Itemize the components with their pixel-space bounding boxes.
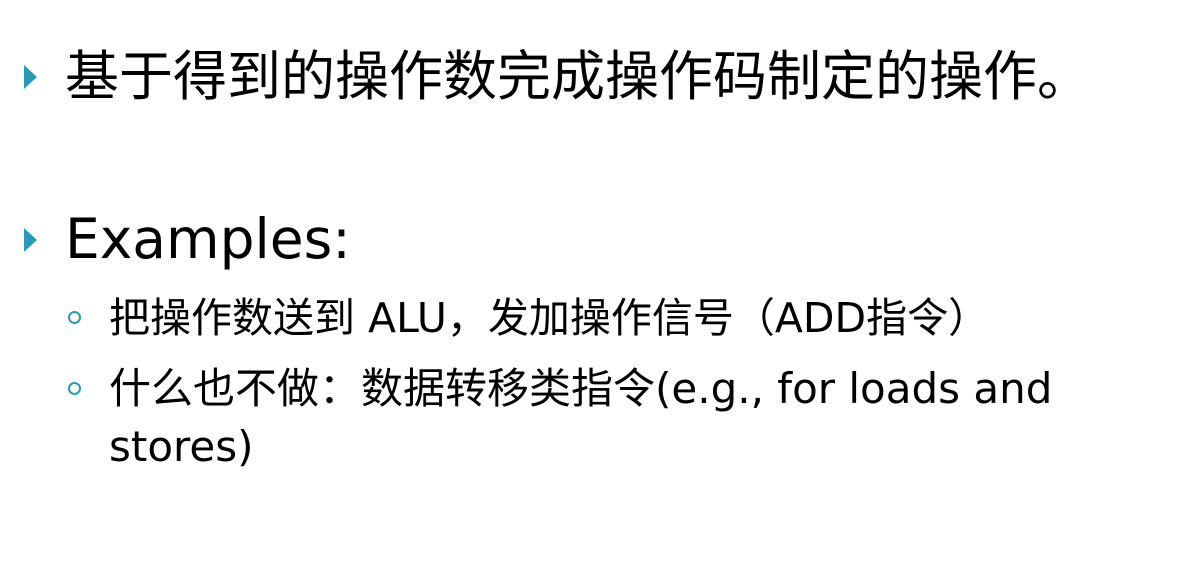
triangle-right-icon [24,65,37,89]
ring-bullet-icon [68,382,81,395]
sub-bullet-item-2: 什么也不做：数据转移类指令(e.g., for loads and stores… [68,360,1169,476]
sub-bullet-text-2: 什么也不做：数据转移类指令(e.g., for loads and stores… [109,364,1053,471]
sub-bullet-text-1: 把操作数送到 ALU，发加操作信号（ADD指令） [109,294,990,342]
bullet-text-1: 基于得到的操作数完成操作码制定的操作。 [65,45,1091,108]
ring-bullet-icon [68,311,81,324]
bullet-item-1: 基于得到的操作数完成操作码制定的操作。 [24,50,1091,104]
bullet-item-2: Examples: [24,212,351,267]
sub-bullet-item-1: 把操作数送到 ALU，发加操作信号（ADD指令） [68,289,989,347]
triangle-right-icon [24,227,37,252]
bullet-text-2: Examples: [65,207,351,271]
slide: 基于得到的操作数完成操作码制定的操作。 Examples: 把操作数送到 ALU… [0,0,1197,580]
